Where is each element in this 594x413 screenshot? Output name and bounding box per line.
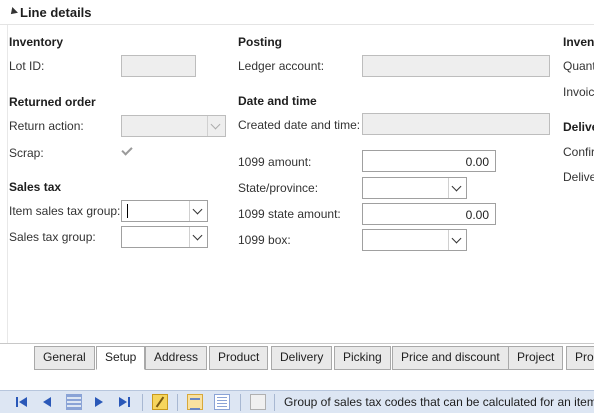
section-title: Line details xyxy=(20,5,92,20)
inventory-title: Inventory xyxy=(9,35,64,49)
separator xyxy=(240,394,241,411)
delivery-label-cut: Delive xyxy=(563,170,594,184)
collapse-triangle-icon[interactable] xyxy=(8,7,18,17)
left-rule xyxy=(7,25,8,343)
lot-id-field[interactable] xyxy=(121,55,196,77)
scrap-checkbox[interactable] xyxy=(121,145,134,158)
ledger-account-label: Ledger account: xyxy=(238,59,325,73)
grid-icon[interactable] xyxy=(66,394,82,410)
return-action-select[interactable] xyxy=(121,115,226,137)
confirmed-label-cut: Confir xyxy=(563,145,594,159)
tab-general[interactable]: General xyxy=(34,346,95,370)
next-record-icon[interactable] xyxy=(92,394,108,410)
sales-tax-group-select[interactable] xyxy=(121,226,208,248)
attachment-icon[interactable] xyxy=(250,394,266,410)
box-1099-select[interactable] xyxy=(362,229,467,251)
last-record-icon[interactable] xyxy=(116,394,132,410)
delivery-title-cut: Delive xyxy=(563,120,594,134)
sales-tax-title: Sales tax xyxy=(9,180,62,194)
state-amount-1099-value: 0.00 xyxy=(465,208,489,222)
tab-setup[interactable]: Setup xyxy=(96,346,146,370)
chevron-down-icon[interactable] xyxy=(448,230,466,250)
edit-icon[interactable] xyxy=(152,394,168,410)
amount-1099-value: 0.00 xyxy=(465,155,489,169)
list-view-icon[interactable] xyxy=(214,394,230,410)
text-cursor xyxy=(127,204,128,218)
first-record-icon[interactable] xyxy=(14,394,30,410)
return-action-label: Return action: xyxy=(9,119,84,133)
state-amount-1099-field[interactable]: 0.00 xyxy=(362,203,496,225)
separator xyxy=(274,394,275,411)
separator xyxy=(177,394,178,411)
previous-record-icon[interactable] xyxy=(38,394,54,410)
date-time-title: Date and time xyxy=(238,94,317,108)
tab-delivery[interactable]: Delivery xyxy=(271,346,333,370)
form-view-icon[interactable] xyxy=(187,394,203,410)
item-sales-tax-group-label: Item sales tax group: xyxy=(9,204,121,218)
tab-strip: General Setup Address Product Delivery P… xyxy=(0,343,594,370)
chevron-down-icon[interactable] xyxy=(448,178,466,198)
tab-picking[interactable]: Picking xyxy=(334,346,391,370)
tab-address[interactable]: Address xyxy=(145,346,208,370)
state-province-select[interactable] xyxy=(362,177,467,199)
chevron-down-icon[interactable] xyxy=(189,201,207,221)
lot-id-label: Lot ID: xyxy=(9,59,45,73)
amount-1099-field[interactable]: 0.00 xyxy=(362,150,496,172)
tab-project[interactable]: Project xyxy=(508,346,564,370)
tab-product[interactable]: Product xyxy=(209,346,269,370)
inventory-title-cut: Inven xyxy=(563,35,594,49)
state-amount-1099-label: 1099 state amount: xyxy=(238,207,341,221)
sales-tax-group-label: Sales tax group: xyxy=(9,230,96,244)
quantity-label-cut: Quant xyxy=(563,59,594,73)
tab-procurement-cut[interactable]: Proc xyxy=(566,346,594,370)
status-bar: Group of sales tax codes that can be cal… xyxy=(0,390,594,413)
ledger-account-field[interactable] xyxy=(362,55,550,77)
returned-order-title: Returned order xyxy=(9,95,96,109)
tab-price-and-discount[interactable]: Price and discount xyxy=(392,346,509,370)
status-message: Group of sales tax codes that can be cal… xyxy=(284,395,594,409)
invoice-label-cut: Invoic xyxy=(563,85,594,99)
scrap-label: Scrap: xyxy=(9,146,44,160)
separator xyxy=(142,394,143,411)
state-province-label: State/province: xyxy=(238,181,319,195)
posting-title: Posting xyxy=(238,35,282,49)
created-date-time-label: Created date and time: xyxy=(238,118,361,132)
created-date-time-field[interactable] xyxy=(362,113,550,135)
box-1099-label: 1099 box: xyxy=(238,233,291,247)
line-details-header[interactable]: Line details xyxy=(0,0,594,25)
chevron-down-icon[interactable] xyxy=(189,227,207,247)
chevron-down-icon[interactable] xyxy=(207,116,225,136)
item-sales-tax-group-select[interactable] xyxy=(121,200,208,222)
amount-1099-label: 1099 amount: xyxy=(238,155,312,169)
